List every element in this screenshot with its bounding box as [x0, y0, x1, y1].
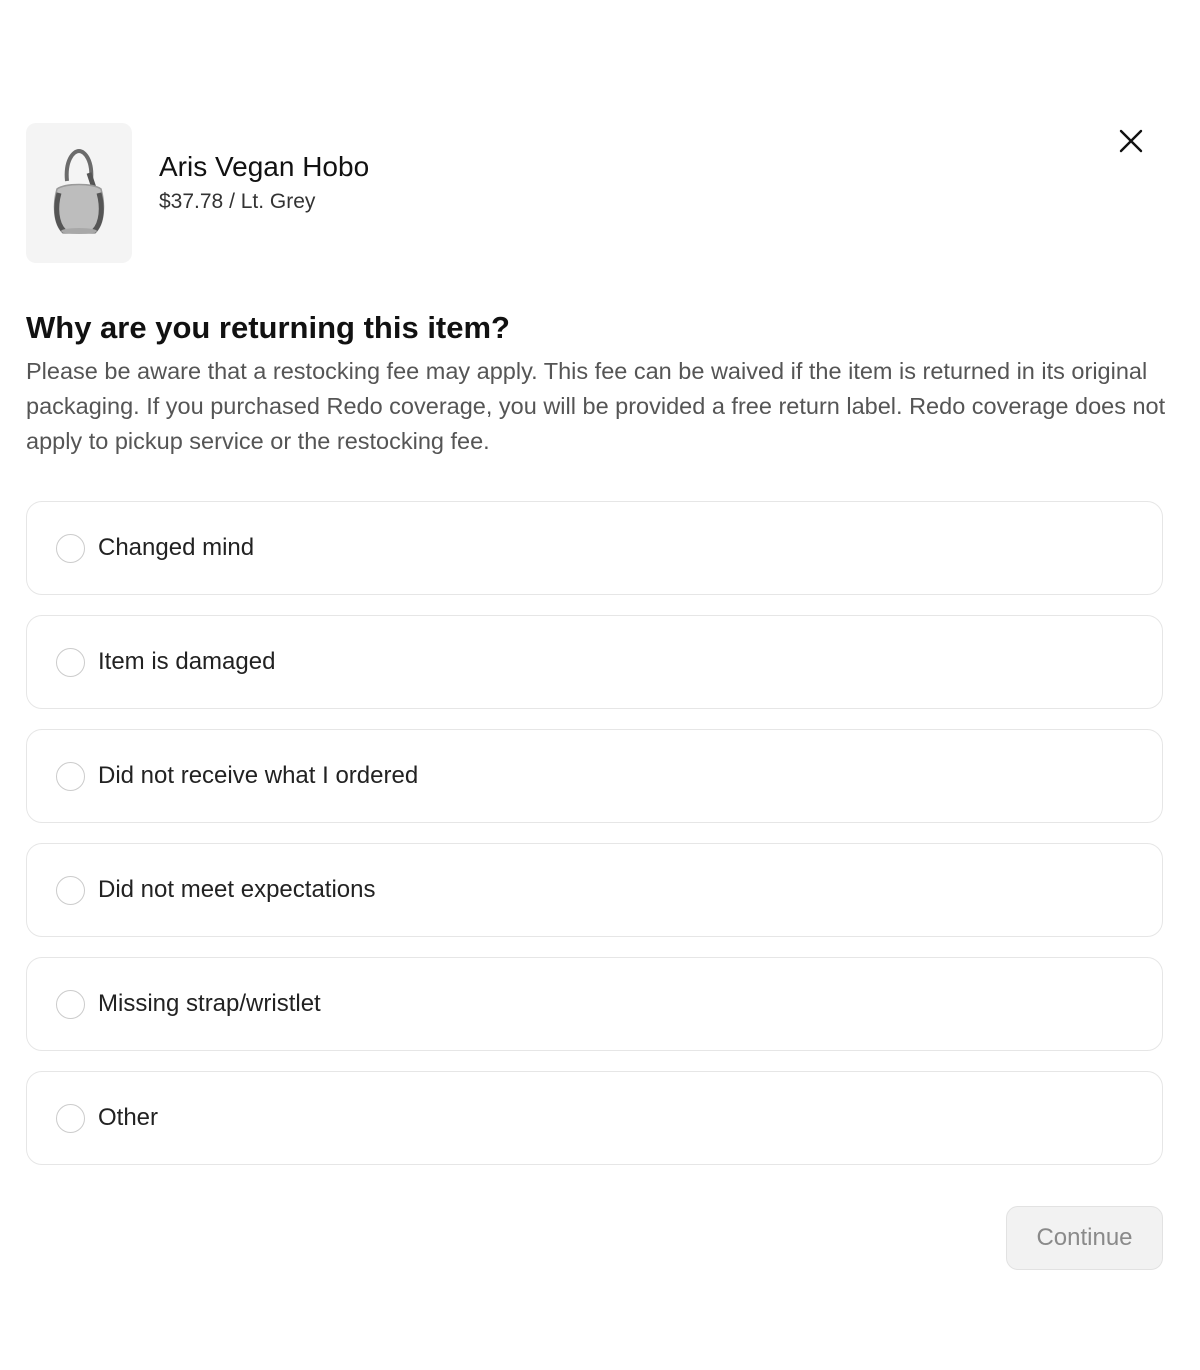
product-price-variant: $37.78 / Lt. Grey: [159, 189, 316, 213]
reason-label: Changed mind: [98, 534, 255, 561]
product-summary: Aris Vegan Hobo $37.78 / Lt. Grey: [26, 123, 369, 263]
radio-button[interactable]: [56, 533, 85, 563]
reason-label: Item is damaged: [98, 648, 276, 675]
radio-button[interactable]: [56, 761, 85, 791]
reason-label: Did not meet expectations: [98, 876, 376, 903]
restocking-notice: Please be aware that a restocking fee ma…: [26, 358, 1166, 454]
reason-option-wrong-item[interactable]: Did not receive what I ordered: [26, 729, 1163, 823]
radio-button[interactable]: [56, 1103, 85, 1133]
reason-option-expectations[interactable]: Did not meet expectations: [26, 843, 1163, 937]
product-thumbnail: [26, 123, 132, 263]
radio-button[interactable]: [56, 647, 85, 677]
reason-label: Missing strap/wristlet: [98, 990, 321, 1017]
reason-option-missing-strap[interactable]: Missing strap/wristlet: [26, 957, 1163, 1051]
reason-option-item-damaged[interactable]: Item is damaged: [26, 615, 1163, 709]
return-reason-modal: Aris Vegan Hobo $37.78 / Lt. Grey Why ar…: [0, 0, 1200, 1370]
close-icon: [1119, 129, 1143, 153]
continue-button[interactable]: Continue: [1006, 1206, 1163, 1270]
radio-button[interactable]: [56, 989, 85, 1019]
reason-option-other[interactable]: Other: [26, 1071, 1163, 1165]
handbag-icon: [53, 148, 105, 234]
close-button[interactable]: [1112, 122, 1150, 160]
reason-option-changed-mind[interactable]: Changed mind: [26, 501, 1163, 595]
radio-button[interactable]: [56, 875, 85, 905]
question-heading: Why are you returning this item?: [26, 310, 510, 345]
reason-label: Did not receive what I ordered: [98, 762, 419, 789]
reason-label: Other: [98, 1104, 159, 1131]
product-name: Aris Vegan Hobo: [159, 151, 370, 183]
reason-options: Changed mind Item is damaged Did not rec…: [26, 501, 1163, 1185]
product-info: Aris Vegan Hobo $37.78 / Lt. Grey: [159, 150, 369, 214]
